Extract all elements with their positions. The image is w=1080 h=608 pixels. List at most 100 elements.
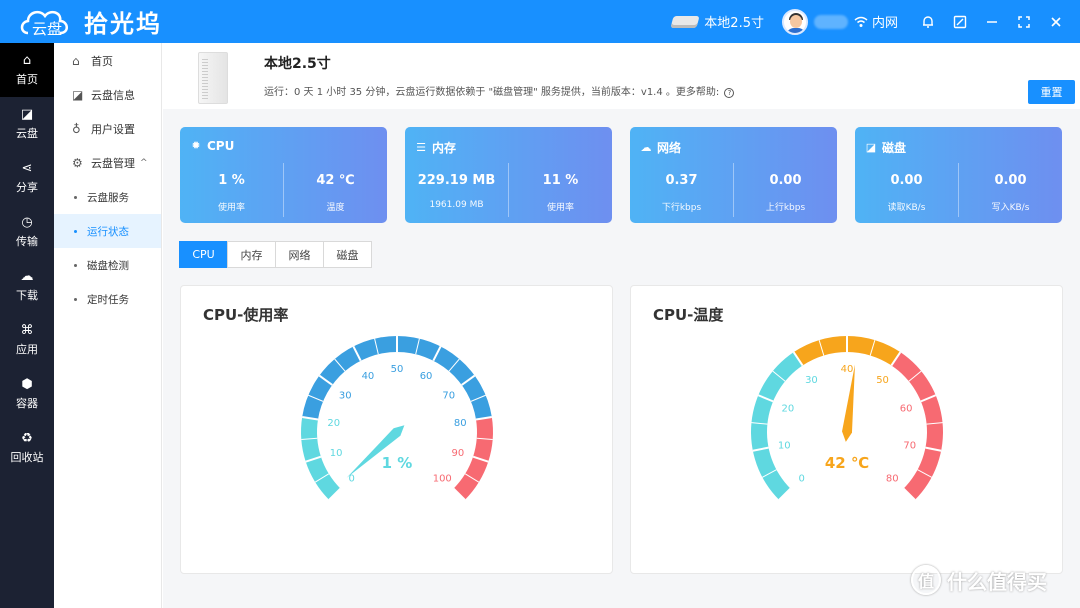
cloud-logo-icon: 云盘 <box>18 5 76 39</box>
rail-item-home[interactable]: ⌂ 首页 <box>0 43 54 97</box>
stat-label: 使用率 <box>546 203 574 213</box>
rail-item-share[interactable]: ⋖ 分享 <box>0 151 54 205</box>
rail-item-recycle[interactable]: ♻ 回收站 <box>0 421 54 475</box>
watermark-text: 什么值得买 <box>947 569 1047 594</box>
info-card-icon: ◪ <box>72 88 84 102</box>
bullet-icon <box>74 195 77 199</box>
rail-item-container[interactable]: ⬢ 容器 <box>0 367 54 421</box>
bullet-icon <box>74 297 77 301</box>
reset-button[interactable]: 重置 <box>1028 80 1075 104</box>
bell-icon[interactable] <box>912 0 944 43</box>
home-outline-icon: ⌂ <box>72 54 80 68</box>
app-logo: 云盘 拾光坞 <box>0 4 200 39</box>
disk-indicator[interactable]: 本地2.5寸 <box>670 12 764 31</box>
stat-label: 使用率 <box>217 203 245 213</box>
rail-label: 云盘 <box>16 127 38 140</box>
minimize-icon[interactable] <box>976 0 1008 43</box>
run-info: 运行：0 天 1 小时 35 分钟，云盘运行数据依赖于 "磁盘管理" 服务提供，… <box>264 83 735 98</box>
cloud-icon: ☁ <box>640 140 652 154</box>
device-header: 本地2.5寸 运行：0 天 1 小时 35 分钟，云盘运行数据依赖于 "磁盘管理… <box>163 43 1080 109</box>
stat-value: 0.00 <box>994 173 1027 188</box>
stat-card-memory: ☰ 内存 229.19 MB 1961.09 MB 11 % 使用率 <box>405 127 612 223</box>
download-icon: ☁ <box>20 269 34 284</box>
cpu-icon: ✹ <box>191 139 201 152</box>
stat-value: 0.00 <box>890 173 923 188</box>
gauge-tick-label: 20 <box>782 404 795 415</box>
rail-item-cloud-disk[interactable]: ◪ 云盘 <box>0 97 54 151</box>
bullet-icon <box>74 229 77 233</box>
gauge-tick-label: 80 <box>886 473 899 484</box>
rail-item-apps[interactable]: ⌘ 应用 <box>0 313 54 367</box>
disk-icon: ◪ <box>865 140 877 154</box>
bullet-icon <box>74 263 77 267</box>
gauge-tick-label: 50 <box>876 375 889 386</box>
help-icon[interactable]: ? <box>724 88 735 98</box>
gauge-tick-label: 50 <box>391 364 404 375</box>
close-icon[interactable] <box>1040 0 1072 43</box>
edit-icon[interactable] <box>944 0 976 43</box>
network-status[interactable]: 内网 <box>854 12 898 31</box>
rail-label: 应用 <box>16 343 38 356</box>
submenu-item-scheduled-tasks[interactable]: 定时任务 <box>54 282 161 316</box>
stat-title: 内存 <box>432 141 457 155</box>
top-bar: 云盘 拾光坞 本地2.5寸 内网 <box>0 0 1080 43</box>
avatar[interactable] <box>781 8 808 35</box>
gauge-tick-label: 100 <box>433 473 452 484</box>
tab-network[interactable]: 网络 <box>275 241 324 268</box>
watermark: 值 什么值得买 <box>911 565 1047 595</box>
wifi-icon <box>854 16 868 27</box>
home-icon: ⌂ <box>22 53 32 68</box>
gauge-tick-label: 10 <box>330 448 343 459</box>
cpu-usage-gauge: 01020304050607080901001 % <box>301 335 494 501</box>
cpu-usage-panel: CPU-使用率 0 10 20 30 40 50 60 70 80 90 100 1 % <box>180 285 613 574</box>
tab-disk[interactable]: 磁盘 <box>323 241 372 268</box>
device-image <box>198 52 228 104</box>
username-blurred <box>813 14 848 29</box>
logo-sub-text: 云盘 <box>32 19 63 38</box>
gauge-value-label: 42 ℃ <box>825 454 869 472</box>
gauge-tick-label: 70 <box>442 390 455 401</box>
hdd-icon <box>670 15 700 28</box>
fullscreen-icon[interactable] <box>1008 0 1040 43</box>
submenu-item-user-settings[interactable]: ♁ 用户设置 <box>54 112 161 146</box>
rail-label: 容器 <box>16 397 38 410</box>
gear-icon: ⚙ <box>72 156 83 170</box>
network-label: 内网 <box>871 16 898 31</box>
submenu-item-disk-management[interactable]: ⚙ 云盘管理 ^ <box>54 146 161 180</box>
memory-icon: ☰ <box>416 140 426 154</box>
run-info-text: 运行：0 天 1 小时 35 分钟，云盘运行数据依赖于 "磁盘管理" 服务提供，… <box>264 87 720 98</box>
submenu-label: 运行状态 <box>87 225 129 238</box>
stat-label: 写入KB/s <box>991 203 1030 213</box>
stat-label: 1961.09 MB <box>429 200 484 210</box>
gauge-tick-label: 10 <box>778 440 791 451</box>
share-icon: ⋖ <box>21 161 33 176</box>
rail-item-download[interactable]: ☁ 下载 <box>0 259 54 313</box>
rail-label: 传输 <box>16 235 38 248</box>
user-icon: ♁ <box>72 122 81 136</box>
sub-menu: ⌂ 首页 ◪ 云盘信息 ♁ 用户设置 ⚙ 云盘管理 ^ 云盘服务 运行状态 磁盘… <box>54 43 162 608</box>
stat-value: 11 % <box>542 173 579 188</box>
submenu-item-run-status[interactable]: 运行状态 <box>54 214 161 248</box>
tab-memory[interactable]: 内存 <box>227 241 276 268</box>
gauge-tick-label: 90 <box>452 448 465 459</box>
tab-cpu[interactable]: CPU <box>179 241 228 268</box>
rail-item-transfer[interactable]: ◷ 传输 <box>0 205 54 259</box>
chevron-up-icon: ^ <box>140 158 148 168</box>
main-content: 本地2.5寸 运行：0 天 1 小时 35 分钟，云盘运行数据依赖于 "磁盘管理… <box>163 43 1080 608</box>
cpu-temp-panel: CPU-温度 0 10 20 30 40 50 60 70 80 42 ℃ <box>630 285 1063 574</box>
submenu-label: 云盘管理 <box>91 157 135 170</box>
gauge-tick-label: 0 <box>799 473 805 484</box>
gauge-tick-label: 30 <box>339 390 352 401</box>
apps-icon: ⌘ <box>20 323 34 338</box>
device-title: 本地2.5寸 <box>264 56 331 72</box>
submenu-label: 云盘信息 <box>91 89 135 102</box>
submenu-label: 云盘服务 <box>87 191 129 204</box>
submenu-item-disk-service[interactable]: 云盘服务 <box>54 180 161 214</box>
stat-value: 0.00 <box>769 173 802 188</box>
submenu-item-disk-check[interactable]: 磁盘检测 <box>54 248 161 282</box>
stat-label: 下行kbps <box>661 203 702 213</box>
stat-title: CPU <box>207 139 235 153</box>
submenu-item-disk-info[interactable]: ◪ 云盘信息 <box>54 78 161 112</box>
submenu-item-home[interactable]: ⌂ 首页 <box>54 44 161 78</box>
gauge-tick-label: 30 <box>805 375 818 386</box>
